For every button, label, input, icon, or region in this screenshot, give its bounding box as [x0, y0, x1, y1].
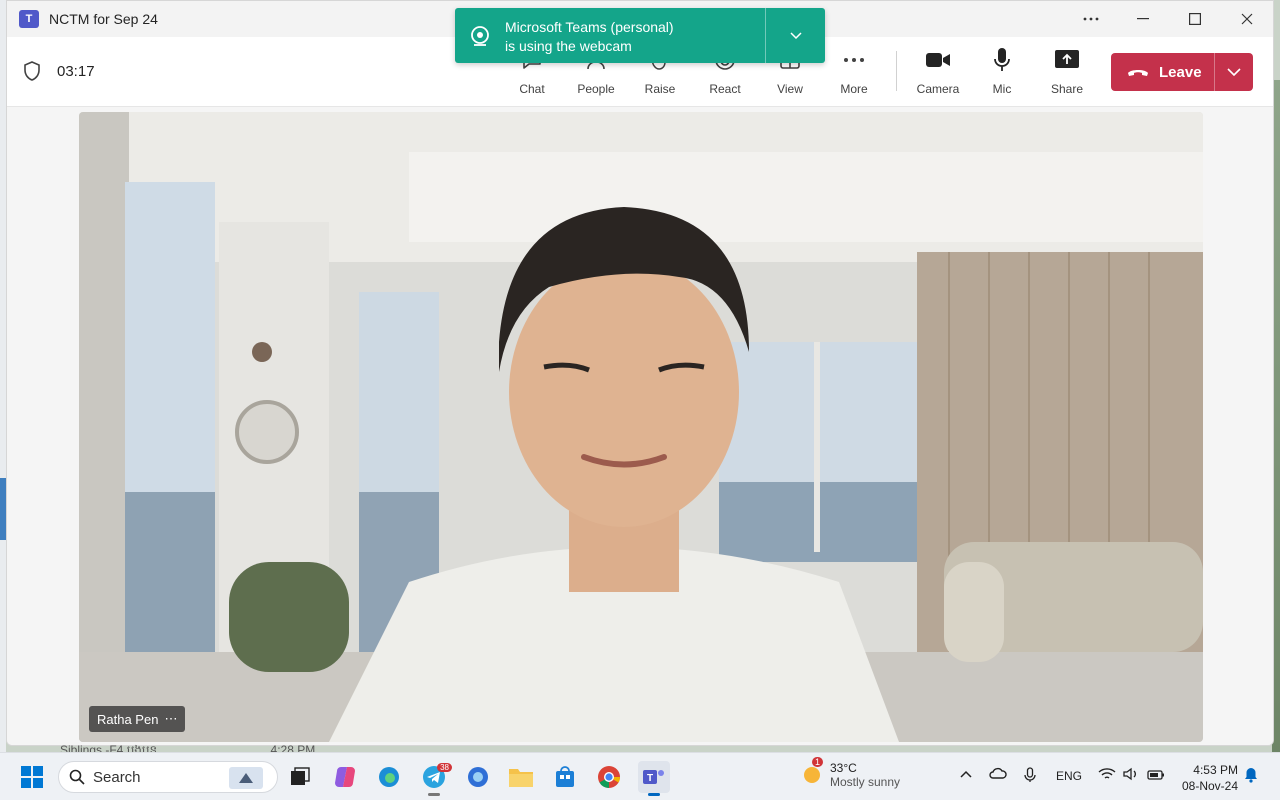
meeting-info: 03:17 — [23, 61, 95, 81]
more-dots-icon — [844, 58, 864, 62]
maximize-icon — [1189, 13, 1201, 25]
edge-icon — [379, 767, 399, 787]
chrome-icon — [598, 766, 620, 788]
taskbar-search[interactable]: Search — [58, 761, 278, 793]
battery-icon — [1147, 770, 1164, 780]
share-button[interactable]: Share — [1038, 47, 1096, 96]
edge-dev-icon — [468, 767, 488, 787]
edge-dev-button[interactable] — [462, 761, 494, 793]
minimize-button[interactable] — [1117, 1, 1169, 37]
edge-button[interactable] — [373, 761, 405, 793]
phone-hangup-icon — [1128, 70, 1148, 76]
participant-name-tag[interactable]: Ratha Pen ⋯ — [89, 706, 186, 732]
mic-icon — [1024, 767, 1036, 782]
windows-start-icon — [21, 766, 43, 788]
start-button[interactable] — [16, 761, 48, 793]
leave-button[interactable]: Leave — [1111, 53, 1215, 91]
weather-widget[interactable]: 1 33°C Mostly sunny — [800, 757, 901, 789]
clock-time: 4:53 PM — [1193, 763, 1238, 777]
participant-name: Ratha Pen — [97, 711, 159, 727]
search-icon — [69, 769, 85, 785]
sun-icon — [804, 767, 820, 783]
close-icon — [1241, 13, 1253, 25]
teams-icon: T — [643, 770, 664, 784]
leave-options-button[interactable] — [1215, 53, 1253, 91]
wifi-icon — [1098, 768, 1116, 779]
shield-icon[interactable] — [23, 61, 41, 81]
telegram-badge: 38 — [437, 763, 452, 772]
clock-date: 08-Nov-24 — [1181, 779, 1238, 793]
meeting-timer: 03:17 — [57, 62, 95, 80]
window-controls — [1065, 1, 1273, 37]
notifications-button[interactable] — [1244, 767, 1258, 786]
chevron-up-icon — [960, 770, 972, 778]
virtual-background-scene — [79, 112, 1203, 742]
show-hidden-icons-button[interactable] — [960, 767, 972, 781]
mic-button[interactable]: Mic — [973, 47, 1031, 96]
onedrive-button[interactable] — [989, 767, 1007, 782]
weather-description: Mostly sunny — [830, 775, 901, 789]
notification-title: Microsoft Teams (personal) — [505, 19, 674, 35]
copilot-icon — [335, 767, 355, 787]
task-view-icon — [291, 767, 310, 785]
svg-text:T: T — [647, 773, 653, 784]
teams-meeting-window: T NCTM for Sep 24 03:17 Chat People Rais… — [6, 0, 1274, 746]
teams-taskbar-button[interactable]: T — [638, 761, 670, 796]
quick-settings-button[interactable] — [1098, 767, 1165, 784]
webcam-notification[interactable]: Microsoft Teams (personal) is using the … — [455, 8, 825, 63]
windows-taskbar: Search 38 T 1 33°C Mostly sunny ENG 4:53… — [0, 752, 1280, 800]
telegram-button[interactable]: 38 — [418, 761, 452, 796]
system-clock[interactable]: 4:53 PM 08-Nov-24 — [1182, 762, 1238, 794]
store-icon — [556, 766, 574, 787]
chevron-down-icon — [789, 32, 802, 39]
more-button[interactable]: More — [825, 47, 883, 96]
close-button[interactable] — [1221, 1, 1273, 37]
file-explorer-button[interactable] — [505, 761, 537, 793]
more-dots-icon — [1083, 17, 1099, 21]
search-highlight-icon — [229, 767, 263, 789]
cloud-icon — [989, 767, 1007, 779]
notification-body: is using the webcam — [505, 38, 632, 54]
copilot-button[interactable] — [329, 761, 361, 793]
chrome-button[interactable] — [593, 761, 625, 793]
bell-icon — [1245, 768, 1257, 783]
leave-button-group: Leave — [1111, 53, 1253, 91]
folder-icon — [509, 769, 533, 787]
tray-mic-button[interactable] — [1024, 767, 1036, 786]
store-button[interactable] — [549, 761, 581, 793]
video-stage: Ratha Pen ⋯ — [7, 107, 1273, 745]
teams-app-icon: T — [19, 10, 39, 28]
maximize-button[interactable] — [1169, 1, 1221, 37]
minimize-icon — [1137, 18, 1149, 20]
chevron-down-icon — [1227, 68, 1241, 76]
mic-icon — [994, 48, 1010, 71]
task-view-button[interactable] — [284, 761, 316, 793]
window-more-button[interactable] — [1065, 1, 1117, 37]
toolbar-divider — [896, 51, 897, 91]
volume-icon — [1123, 767, 1137, 781]
window-title: NCTM for Sep 24 — [49, 11, 158, 27]
webcam-icon — [471, 25, 489, 46]
camera-icon — [926, 53, 950, 67]
camera-button[interactable]: Camera — [909, 47, 967, 96]
temperature: 33°C — [830, 761, 857, 775]
notification-expand-button[interactable] — [766, 8, 825, 63]
language-indicator[interactable]: ENG — [1056, 769, 1082, 783]
share-icon — [1055, 50, 1079, 68]
weather-badge: 1 — [812, 757, 824, 767]
participant-more-icon[interactable]: ⋯ — [164, 711, 177, 727]
participant-video: Ratha Pen ⋯ — [79, 112, 1203, 742]
